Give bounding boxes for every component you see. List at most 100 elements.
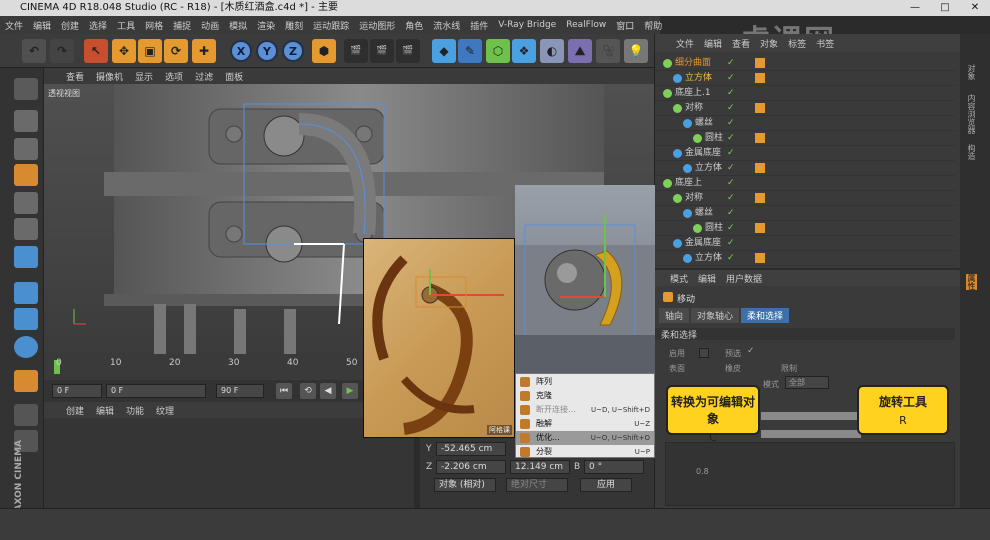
tab-attributes[interactable]: 属性 [966, 274, 977, 290]
obj-menu-edit[interactable]: 编辑 [699, 37, 727, 50]
pen-spline-icon[interactable]: ✎ [458, 39, 482, 63]
menu-pipeline[interactable]: 流水线 [428, 19, 465, 32]
tag-icon[interactable] [755, 58, 765, 68]
menu-mograph[interactable]: 运动图形 [354, 19, 400, 32]
tab-content-browser[interactable]: 内容浏览器 [966, 94, 977, 134]
object-row[interactable]: 螺丝 ✓ [655, 116, 955, 131]
visibility-check-icon[interactable]: ✓ [727, 131, 735, 146]
menu-render[interactable]: 渲染 [252, 19, 280, 32]
y-position-field[interactable]: -52.465 cm [436, 442, 506, 456]
falloff-graph[interactable]: 0.8 [665, 442, 955, 506]
preview-check-icon[interactable]: ✓ [747, 346, 755, 356]
vp-menu-view[interactable]: 查看 [60, 70, 90, 83]
array-icon[interactable]: ❖ [512, 39, 536, 63]
visibility-check-icon[interactable]: ✓ [727, 116, 735, 131]
mat-menu-texture[interactable]: 纹理 [150, 404, 180, 417]
end-frame-field[interactable]: 90 F [216, 384, 264, 398]
vp-menu-panel[interactable]: 面板 [219, 70, 249, 83]
deformer-icon[interactable]: ◐ [540, 39, 564, 63]
visibility-check-icon[interactable]: ✓ [727, 206, 735, 221]
attr-menu-mode[interactable]: 模式 [665, 272, 693, 285]
menu-file[interactable]: 文件 [0, 19, 28, 32]
start-frame-field[interactable]: 0 F [52, 384, 102, 398]
grid-snap-icon[interactable] [14, 404, 38, 426]
radius-slider[interactable] [761, 412, 861, 420]
object-row[interactable]: 螺丝 ✓ [655, 206, 955, 221]
menu-create[interactable]: 创建 [56, 19, 84, 32]
visibility-check-icon[interactable]: ✓ [727, 161, 735, 176]
visibility-check-icon[interactable]: ✓ [727, 176, 735, 191]
vp-menu-cameras[interactable]: 摄像机 [90, 70, 129, 83]
object-row[interactable]: 金属底座 ✓ [655, 146, 955, 161]
object-row[interactable]: 立方体 ✓ [655, 71, 955, 86]
context-menu-item[interactable]: 融解 U~Z [516, 417, 654, 431]
menu-help[interactable]: 帮助 [639, 19, 667, 32]
current-frame-field[interactable]: 0 F [106, 384, 206, 398]
tag-icon[interactable] [755, 193, 765, 203]
model-mode-icon[interactable] [14, 110, 38, 132]
close-button[interactable]: ✕ [960, 0, 990, 16]
object-row[interactable]: 底座上 ✓ [655, 176, 955, 191]
menu-window[interactable]: 窗口 [611, 19, 639, 32]
obj-menu-file[interactable]: 文件 [671, 37, 699, 50]
snap-icon[interactable] [14, 336, 38, 358]
b-rotation-field[interactable]: 0 ° [584, 460, 644, 474]
timeline[interactable]: 0 10 20 30 40 50 [44, 354, 364, 380]
context-menu-item[interactable]: 克隆 [516, 389, 654, 403]
visibility-check-icon[interactable]: ✓ [727, 191, 735, 206]
tab-structure[interactable]: 构造 [966, 144, 977, 160]
size-mode-select[interactable]: 绝对尺寸 [506, 478, 568, 492]
scene-icon[interactable]: ⛰ [568, 39, 592, 63]
apply-button[interactable]: 应用 [580, 478, 632, 492]
polygons-mode-icon[interactable] [14, 246, 38, 268]
menu-select[interactable]: 选择 [84, 19, 112, 32]
maximize-button[interactable]: □ [930, 0, 960, 16]
visibility-check-icon[interactable]: ✓ [727, 236, 735, 251]
z-position-field[interactable]: -2.206 cm [436, 460, 506, 474]
object-row[interactable]: 对称 ✓ [655, 101, 955, 116]
object-row[interactable]: 细分曲面 ✓ [655, 56, 955, 71]
attr-menu-edit[interactable]: 编辑 [693, 272, 721, 285]
cube-primitive-icon[interactable]: ◆ [432, 39, 456, 63]
context-menu-item[interactable]: 阵列 [516, 375, 654, 389]
redo-icon[interactable]: ↷ [50, 39, 74, 63]
menu-realflow[interactable]: RealFlow [561, 20, 611, 30]
object-row[interactable]: 金属底座 ✓ [655, 236, 955, 251]
magnet-icon[interactable] [14, 370, 38, 392]
vp-menu-filter[interactable]: 过滤 [189, 70, 219, 83]
visibility-check-icon[interactable]: ✓ [727, 71, 735, 86]
tab-soft-selection[interactable]: 柔和选择 [741, 308, 790, 323]
menu-mesh[interactable]: 网格 [140, 19, 168, 32]
context-menu-item[interactable]: 分裂 U~P [516, 445, 654, 459]
object-row[interactable]: 立方体 ✓ [655, 251, 955, 266]
visibility-check-icon[interactable]: ✓ [727, 221, 735, 236]
y-axis-lock-icon[interactable]: Y [256, 40, 278, 62]
menu-plugins[interactable]: 插件 [465, 19, 493, 32]
rotate-tool-icon[interactable]: ⟳ [164, 39, 188, 63]
context-menu-item[interactable]: 优化... U~O, U~Shift+O [516, 431, 654, 445]
texture-mode-icon[interactable] [14, 138, 38, 160]
mat-menu-create[interactable]: 创建 [60, 404, 90, 417]
object-row[interactable]: 立方体 ✓ [655, 161, 955, 176]
strength-slider[interactable] [761, 430, 861, 438]
tab-objects[interactable]: 对象 [966, 64, 977, 80]
vp-menu-options[interactable]: 选项 [159, 70, 189, 83]
obj-menu-tags[interactable]: 标签 [783, 37, 811, 50]
coord-mode-select[interactable]: 对象 (相对) [434, 478, 496, 492]
mat-menu-function[interactable]: 功能 [120, 404, 150, 417]
go-to-start-icon[interactable]: ⏮ [276, 383, 292, 399]
tweak-icon[interactable] [14, 308, 38, 330]
menu-vray[interactable]: V-Ray Bridge [493, 20, 561, 30]
render-view-icon[interactable]: 🎬 [344, 39, 368, 63]
undo-icon[interactable]: ↶ [22, 39, 46, 63]
light-icon[interactable]: 💡 [624, 39, 648, 63]
obj-menu-objects[interactable]: 对象 [755, 37, 783, 50]
visibility-check-icon[interactable]: ✓ [727, 86, 735, 101]
menu-snap[interactable]: 捕捉 [168, 19, 196, 32]
mat-menu-edit[interactable]: 编辑 [90, 404, 120, 417]
tag-icon[interactable] [755, 133, 765, 143]
move-tool-icon[interactable]: ✥ [112, 39, 136, 63]
object-row[interactable]: 圆柱 ✓ [655, 131, 955, 146]
mode-select[interactable]: 全部 [785, 376, 829, 389]
axis-mode-icon[interactable] [14, 282, 38, 304]
